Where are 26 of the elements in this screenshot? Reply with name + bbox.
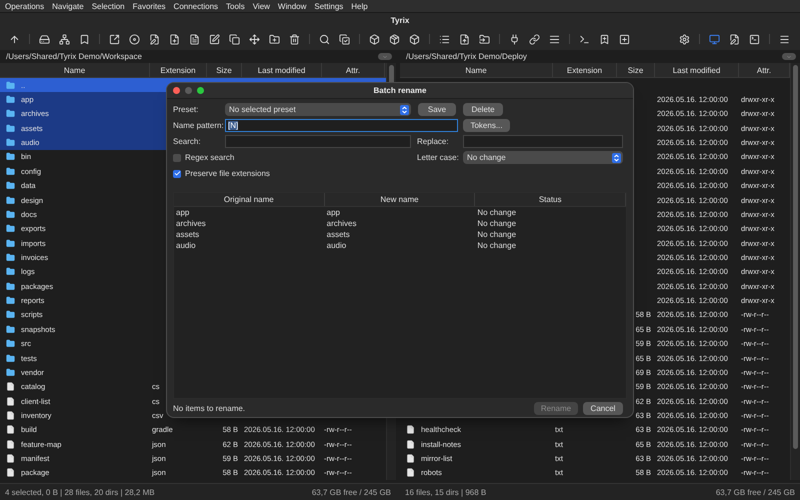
path-text: /Users/Shared/Tyrix Demo/Deploy: [406, 52, 527, 61]
field-label: Search:: [173, 137, 202, 146]
table-cell-text: No change: [476, 241, 518, 250]
table-cell-text: app: [326, 208, 342, 217]
field-label: Replace:: [416, 137, 450, 146]
free-space-text: 63,7 GB free / 245 GB: [312, 488, 391, 496]
status-message: No items to rename.: [173, 404, 246, 412]
status-text: 4 selected, 0 B | 28 files, 20 dirs | 28,2 MB: [5, 488, 155, 496]
table-cell-text: audio: [175, 241, 197, 250]
path-text: /Users/Shared/Tyrix Demo/Workspace: [6, 52, 142, 61]
field-label: Preset:: [173, 105, 200, 114]
field-label: Name pattern:: [173, 121, 225, 130]
table-cell-text: archives: [326, 219, 358, 228]
table-cell-text: archives: [175, 219, 207, 228]
table-cell-text: assets: [326, 230, 351, 239]
window-title: Tyrix: [390, 16, 410, 25]
table-cell-text: No change: [476, 208, 518, 217]
table-cell-text: audio: [326, 241, 348, 250]
table-cell-text: No change: [476, 230, 518, 239]
field-label: Letter case:: [416, 153, 460, 162]
table-cell-text: app: [175, 208, 190, 217]
table-cell-text: assets: [175, 230, 200, 239]
free-space-text: 63,7 GB free / 245 GB: [716, 488, 795, 496]
dialog-title: Batch rename: [374, 86, 426, 95]
table-cell-text: No change: [476, 219, 518, 228]
status-text: 16 files, 15 dirs | 968 B: [405, 488, 486, 496]
